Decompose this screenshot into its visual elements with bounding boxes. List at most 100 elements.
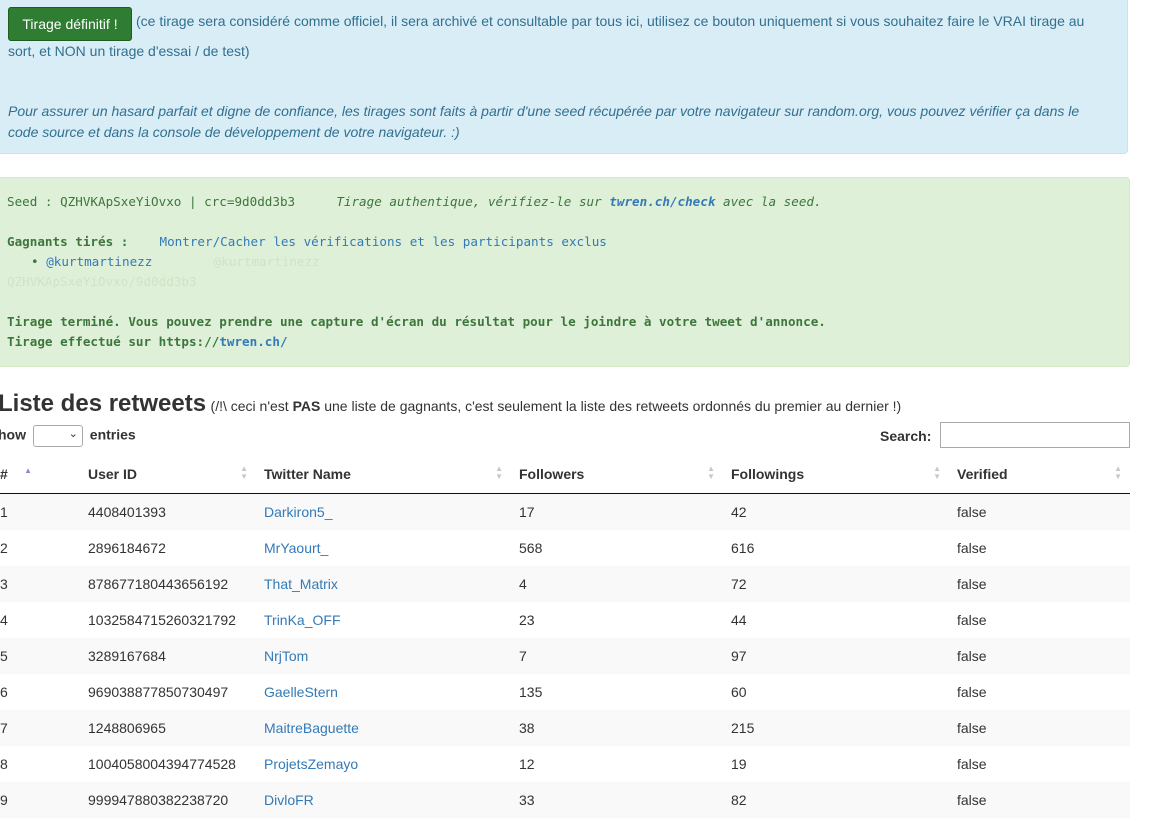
twitter-name-link[interactable]: MrYaourt_	[264, 540, 328, 556]
list-title: Liste des retweets	[0, 390, 207, 417]
cell-followers: 4	[511, 566, 723, 602]
search-input[interactable]	[940, 422, 1130, 448]
cell-user-id: 3289167684	[80, 638, 256, 674]
cell-user-id: 1004058004394774528	[88, 756, 236, 772]
sort-icon: ▲ ▼	[933, 464, 941, 481]
twitter-name-link[interactable]: Darkiron5_	[264, 504, 332, 520]
sort-icon: ▲ ▼	[240, 464, 248, 481]
col-header-followers[interactable]: Followers ▲ ▼	[511, 455, 723, 494]
sort-icon: ▲ ▼	[707, 464, 715, 481]
info-text-line3: Pour assurer un hasard parfait et digne …	[8, 103, 1080, 119]
cell-followings: 616	[731, 540, 755, 556]
table-row: 2 2896184672 MrYaourt_ 568 616 false	[0, 530, 1130, 566]
table-row: 1 4408401393 Darkiron5_ 17 42 false	[0, 493, 1130, 530]
col-header-twitter-name[interactable]: Twitter Name ▲ ▼	[256, 455, 511, 494]
twitter-name-link[interactable]: ProjetsZemayo	[264, 756, 358, 772]
cell-index: 2	[0, 540, 8, 556]
cell-followers: 135	[519, 684, 543, 700]
cell-verified: false	[949, 493, 1130, 530]
col-header-verified[interactable]: Verified ▲ ▼	[949, 455, 1130, 494]
col-header-index[interactable]: # ▲	[0, 455, 80, 494]
cell-followers: 568	[519, 540, 543, 556]
authentic-text: Tirage authentique, vérifiez-le sur	[336, 194, 610, 209]
cell-verified: false	[957, 756, 987, 772]
check-link[interactable]: twren.ch/check	[609, 194, 715, 209]
cell-followings: 60	[731, 684, 747, 700]
done-text: Tirage terminé. Vous pouvez prendre une …	[7, 314, 826, 329]
winners-row: Gagnants tirés : Montrer/Cacher les véri…	[7, 234, 607, 249]
cell-followings: 42	[723, 493, 949, 530]
seed-row: Seed : QZHVKApSxeYiOvxo | crc=9d0dd3b3 T…	[7, 194, 822, 209]
authentic-suffix: avec la seed.	[715, 194, 822, 209]
winners-label: Gagnants tirés :	[7, 234, 129, 249]
cell-user-id: 878677180443656192	[80, 566, 256, 602]
cell-index: 9	[0, 782, 80, 818]
table-row: 3 878677180443656192 That_Matrix 4 72 false	[0, 566, 1130, 602]
twitter-name-link[interactable]: TrinKa_OFF	[264, 612, 341, 628]
cell-index: 3	[0, 566, 80, 602]
cell-followings: 72	[723, 566, 949, 602]
list-note: (/!\ ceci n'est PAS une liste de gagnant…	[210, 398, 902, 414]
cell-followers: 12	[519, 756, 535, 772]
cell-followings: 44	[731, 612, 747, 628]
table-row: 5 3289167684 NrjTom 7 97 false	[0, 638, 1130, 674]
result-box: Seed : QZHVKApSxeYiOvxo | crc=9d0dd3b3 T…	[0, 177, 1130, 367]
cell-followers: 33	[511, 782, 723, 818]
cell-followers: 17	[511, 493, 723, 530]
cell-user-id: 4408401393	[80, 493, 256, 530]
winner-faint: @kurtmartinezz	[213, 254, 320, 269]
seed-text: Seed : QZHVKApSxeYiOvxo | crc=9d0dd3b3	[7, 194, 296, 209]
table-row: 4 1032584715260321792 TrinKa_OFF 23 44 false	[0, 602, 1130, 638]
cell-index: 5	[0, 638, 80, 674]
info-box: Tirage définitif ! (ce tirage sera consi…	[0, 0, 1128, 154]
table-header-row: # ▲ User ID ▲ ▼ Twitter Name ▲ ▼ Followers ▲ ▼ …	[0, 455, 1130, 494]
cell-followers: 38	[511, 710, 723, 746]
sort-icon: ▲ ▼	[1114, 464, 1122, 481]
cell-user-id: 1032584715260321792	[88, 612, 236, 628]
table-row: 7 1248806965 MaitreBaguette 38 215 false	[0, 710, 1130, 746]
search-label: Search:	[880, 428, 932, 444]
show-label: how	[0, 426, 26, 443]
toggle-verifications-link[interactable]: Montrer/Cacher les vérifications et les …	[160, 234, 607, 249]
cell-index: 6	[0, 684, 8, 700]
cell-twitter-name: ProjetsZemayo	[256, 746, 511, 782]
col-header-followings[interactable]: Followings ▲ ▼	[723, 455, 949, 494]
entries-select[interactable]: ⌄	[32, 425, 83, 447]
table-row: 6 969038877850730497 GaelleStern 135 60 false	[0, 674, 1130, 710]
cell-followers: 23	[519, 612, 535, 628]
twitter-name-link[interactable]: GaelleStern	[264, 684, 338, 700]
cell-followers: 7	[511, 638, 723, 674]
col-header-user-id[interactable]: User ID ▲ ▼	[80, 455, 256, 494]
cell-user-id: 999947880382238720	[80, 782, 256, 818]
cell-twitter-name: NrjTom	[256, 638, 511, 674]
twitter-name-link[interactable]: DivloFR	[264, 792, 314, 808]
chevron-down-icon: ⌄	[68, 428, 78, 440]
entries-label: entries	[89, 426, 136, 443]
table-row: 9 999947880382238720 DivloFR 33 82 false	[0, 782, 1130, 818]
cell-twitter-name: TrinKa_OFF	[256, 602, 511, 638]
winner-link[interactable]: @kurtmartinezz	[46, 254, 152, 269]
performed-row: Tirage effectué sur https://twren.ch/	[7, 334, 288, 349]
info-text-line2: sort, et NON un tirage d'essai / de test…	[8, 43, 250, 59]
cell-followings: 19	[731, 756, 747, 772]
cell-verified: false	[949, 566, 1130, 602]
cell-verified: false	[957, 684, 987, 700]
final-draw-button[interactable]: Tirage définitif !	[8, 7, 132, 41]
twren-link[interactable]: twren.ch/	[219, 334, 287, 349]
cell-followings: 82	[723, 782, 949, 818]
twitter-name-link[interactable]: That_Matrix	[264, 576, 338, 592]
sort-asc-icon: ▲	[24, 466, 32, 475]
cell-followings: 97	[723, 638, 949, 674]
twitter-name-link[interactable]: MaitreBaguette	[264, 720, 359, 736]
twitter-name-link[interactable]: NrjTom	[264, 648, 308, 664]
cell-twitter-name: That_Matrix	[256, 566, 511, 602]
cell-index: 7	[0, 710, 80, 746]
retweets-heading: Liste des retweets (/!\ ceci n'est PAS u…	[0, 390, 901, 418]
cell-user-id: 969038877850730497	[88, 684, 229, 700]
cell-verified: false	[949, 638, 1130, 674]
info-text-line1: (ce tirage sera considéré comme officiel…	[136, 13, 1085, 29]
cell-twitter-name: MrYaourt_	[256, 530, 511, 566]
sort-icon: ▲ ▼	[495, 464, 503, 481]
cell-index: 8	[0, 756, 8, 772]
info-text-line4: code source et dans la console de dévelo…	[8, 124, 460, 140]
